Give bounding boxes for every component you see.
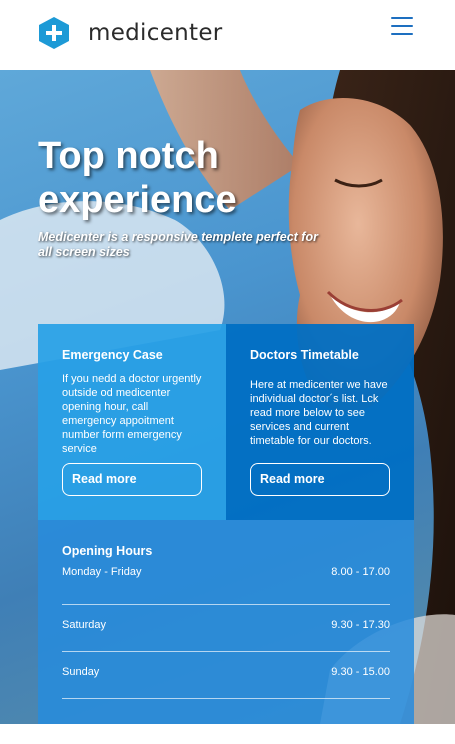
emergency-read-more-button[interactable]: Read more [62, 463, 202, 496]
opening-hours-panel: Opening Hours Monday - Friday 8.00 - 17.… [38, 520, 414, 724]
hours-row: Saturday 9.30 - 17.30 [62, 605, 390, 652]
hamburger-menu-icon[interactable] [391, 17, 413, 37]
hours-row: Sunday 9.30 - 15.00 [62, 652, 390, 699]
hours-day: Sunday [62, 666, 100, 678]
hours-time: 8.00 - 17.00 [331, 566, 390, 578]
hero-title: Top notch experience [38, 135, 237, 221]
hours-row: Monday - Friday 8.00 - 17.00 [62, 566, 390, 605]
emergency-card-title: Emergency Case [62, 348, 163, 362]
hero-subtitle: Medicenter is a responsive templete perf… [38, 230, 318, 259]
hours-day: Saturday [62, 619, 107, 631]
brand-name: medicenter [88, 20, 223, 46]
hero-section: Top notch experience Medicenter is a res… [0, 70, 455, 724]
site-header: medicenter [0, 0, 455, 70]
emergency-card-text: If you nedd a doctor urgently outside od… [62, 373, 202, 455]
timetable-card-title: Doctors Timetable [250, 348, 359, 362]
doctors-timetable-card: Doctors Timetable Here at medicenter we … [226, 324, 414, 520]
hours-day: Monday - Friday [62, 566, 142, 578]
medical-cross-hexagon-icon [39, 17, 69, 49]
brand-logo[interactable]: medicenter [38, 16, 223, 50]
hours-time: 9.30 - 15.00 [331, 666, 390, 678]
emergency-case-card: Emergency Case If you nedd a doctor urge… [38, 324, 226, 520]
timetable-card-text: Here at medicenter we have individual do… [250, 379, 388, 447]
timetable-read-more-button[interactable]: Read more [250, 463, 390, 496]
opening-hours-title: Opening Hours [62, 544, 153, 558]
hours-time: 9.30 - 17.30 [331, 619, 390, 631]
